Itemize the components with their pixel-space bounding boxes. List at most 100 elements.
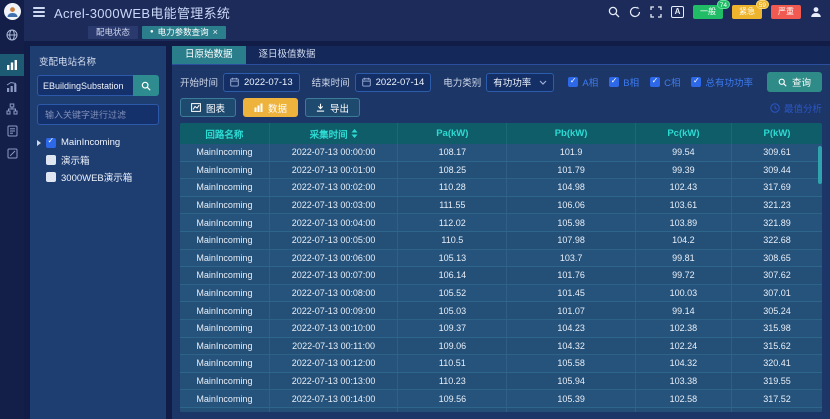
- cell-pc: 102.43: [636, 179, 732, 196]
- substation-search-input[interactable]: [37, 75, 133, 96]
- phase-checkbox[interactable]: B相: [609, 75, 639, 89]
- table-row: MainIncoming 2022-07-13 00:02:00 110.28 …: [180, 179, 822, 197]
- phase-checkbox[interactable]: 总有功功率: [691, 75, 753, 89]
- cell-p: 309.61: [732, 144, 822, 161]
- cell-p: 320.41: [732, 355, 822, 372]
- breadcrumb: 配电状态 ● 电力参数查询 ×: [24, 24, 830, 41]
- cell-pb: 105.64: [507, 408, 635, 412]
- cell-p: 307.62: [732, 267, 822, 284]
- menu-icon[interactable]: [33, 7, 45, 17]
- end-date-picker[interactable]: 2022-07-14: [355, 73, 432, 92]
- chart-view-button[interactable]: 图表: [180, 98, 236, 117]
- cell-pa: 109.37: [398, 320, 507, 337]
- table-scrollbar-thumb[interactable]: [818, 146, 822, 184]
- cell-p: 305.24: [732, 302, 822, 319]
- data-tabs: 日原始数据 逐日极值数据: [172, 46, 830, 65]
- cell-collect-time: 2022-07-13 00:02:00: [270, 179, 398, 196]
- cell-circuit-name: MainIncoming: [180, 408, 270, 412]
- checkbox-icon[interactable]: [650, 77, 660, 87]
- cell-p: 319.55: [732, 373, 822, 390]
- cell-collect-time: 2022-07-13 00:03:00: [270, 197, 398, 214]
- user-avatar-icon[interactable]: [4, 3, 21, 20]
- tree-checkbox[interactable]: [46, 155, 56, 165]
- table-row: MainIncoming 2022-07-13 00:13:00 110.23 …: [180, 373, 822, 391]
- data-button-label: 数据: [268, 101, 287, 115]
- cell-collect-time: 2022-07-13 00:06:00: [270, 250, 398, 267]
- extreme-analysis-label: 最值分析: [784, 101, 822, 115]
- fullscreen-icon[interactable]: [650, 6, 662, 18]
- tab-daily-raw-data[interactable]: 日原始数据: [172, 46, 246, 64]
- globe-icon[interactable]: [6, 29, 18, 41]
- crumb-tab-query-label: 电力参数查询: [158, 26, 209, 39]
- nav-report-icon[interactable]: [0, 120, 24, 142]
- calendar-icon: [230, 77, 239, 87]
- search-icon[interactable]: [608, 6, 620, 18]
- sort-icon: [351, 129, 358, 138]
- tree-item[interactable]: 3000WEB演示箱: [37, 168, 159, 185]
- checkbox-icon[interactable]: [609, 77, 619, 87]
- cell-pb: 101.45: [507, 285, 635, 302]
- data-table: 回路名称 采集时间 Pa(kW) Pb(kW) Pc(kW) P(kW): [180, 123, 822, 412]
- tree-item[interactable]: 演示箱: [37, 151, 159, 168]
- power-category-value: 有功功率: [493, 75, 539, 89]
- alarm-severe-button[interactable]: 严重: [771, 5, 801, 19]
- cell-pc: 103.38: [636, 373, 732, 390]
- tree-item[interactable]: MainIncoming: [37, 134, 159, 151]
- tree-item-label: 3000WEB演示箱: [61, 170, 132, 184]
- nav-analytics-icon[interactable]: [0, 76, 24, 98]
- tree-checkbox[interactable]: [46, 172, 56, 182]
- power-category-select[interactable]: 有功功率: [486, 73, 554, 92]
- alarm-general-button[interactable]: 一般 74: [693, 5, 723, 19]
- start-date-picker[interactable]: 2022-07-13: [223, 73, 300, 92]
- substation-search-button[interactable]: [133, 75, 159, 96]
- refresh-icon[interactable]: [629, 6, 641, 18]
- translate-icon[interactable]: A: [671, 6, 684, 18]
- tree-filter-input[interactable]: [37, 104, 159, 125]
- export-button[interactable]: 导出: [305, 98, 360, 117]
- col-collect-time[interactable]: 采集时间: [270, 123, 398, 144]
- phase-checkbox[interactable]: A相: [568, 75, 598, 89]
- query-button[interactable]: 查询: [767, 72, 822, 92]
- nav-edit-icon[interactable]: [0, 142, 24, 164]
- tab-daily-extreme-data[interactable]: 逐日极值数据: [246, 46, 329, 64]
- checkbox-icon[interactable]: [568, 77, 578, 87]
- phase-checkbox[interactable]: C相: [650, 75, 680, 89]
- cell-p: 307.01: [732, 285, 822, 302]
- user-icon[interactable]: [810, 6, 822, 18]
- cell-collect-time: 2022-07-13 00:12:00: [270, 355, 398, 372]
- cell-circuit-name: MainIncoming: [180, 162, 270, 179]
- alarm-general-badge: 74: [717, 0, 730, 9]
- cell-pa: 109.06: [398, 338, 507, 355]
- nav-bar-chart-icon[interactable]: [0, 54, 24, 76]
- cell-pc: 100.03: [636, 285, 732, 302]
- nav-topology-icon[interactable]: [0, 98, 24, 120]
- extreme-analysis-link[interactable]: 最值分析: [770, 101, 822, 115]
- alarm-urgent-button[interactable]: 紧急 59: [732, 5, 762, 19]
- data-view-button[interactable]: 数据: [243, 98, 298, 117]
- close-icon[interactable]: ×: [213, 26, 218, 39]
- end-date-value: 2022-07-14: [376, 77, 425, 88]
- cell-circuit-name: MainIncoming: [180, 179, 270, 196]
- crumb-tab-status[interactable]: 配电状态: [88, 26, 138, 39]
- table-row: MainIncoming 2022-07-13 00:08:00 105.52 …: [180, 285, 822, 303]
- cell-collect-time: 2022-07-13 00:01:00: [270, 162, 398, 179]
- cell-pb: 107.98: [507, 232, 635, 249]
- table-header: 回路名称 采集时间 Pa(kW) Pb(kW) Pc(kW) P(kW): [180, 123, 822, 144]
- cell-pc: 102.24: [636, 338, 732, 355]
- table-row: MainIncoming 2022-07-13 00:11:00 109.06 …: [180, 338, 822, 356]
- checkbox-icon[interactable]: [691, 77, 701, 87]
- table-row: MainIncoming 2022-07-13 00:00:00 108.17 …: [180, 144, 822, 162]
- cell-pb: 105.94: [507, 373, 635, 390]
- col-pa: Pa(kW): [398, 123, 507, 144]
- panel-title: 变配电站名称: [39, 54, 159, 68]
- cell-pc: 104.2: [636, 232, 732, 249]
- tree-checkbox[interactable]: [46, 138, 56, 148]
- cell-pc: 104.32: [636, 355, 732, 372]
- caret-icon[interactable]: [37, 140, 41, 146]
- start-date-value: 2022-07-13: [244, 77, 293, 88]
- cell-p: 322.68: [732, 232, 822, 249]
- cell-pc: 99.81: [636, 250, 732, 267]
- cell-circuit-name: MainIncoming: [180, 197, 270, 214]
- cell-pb: 101.76: [507, 267, 635, 284]
- crumb-tab-query[interactable]: ● 电力参数查询 ×: [142, 26, 226, 39]
